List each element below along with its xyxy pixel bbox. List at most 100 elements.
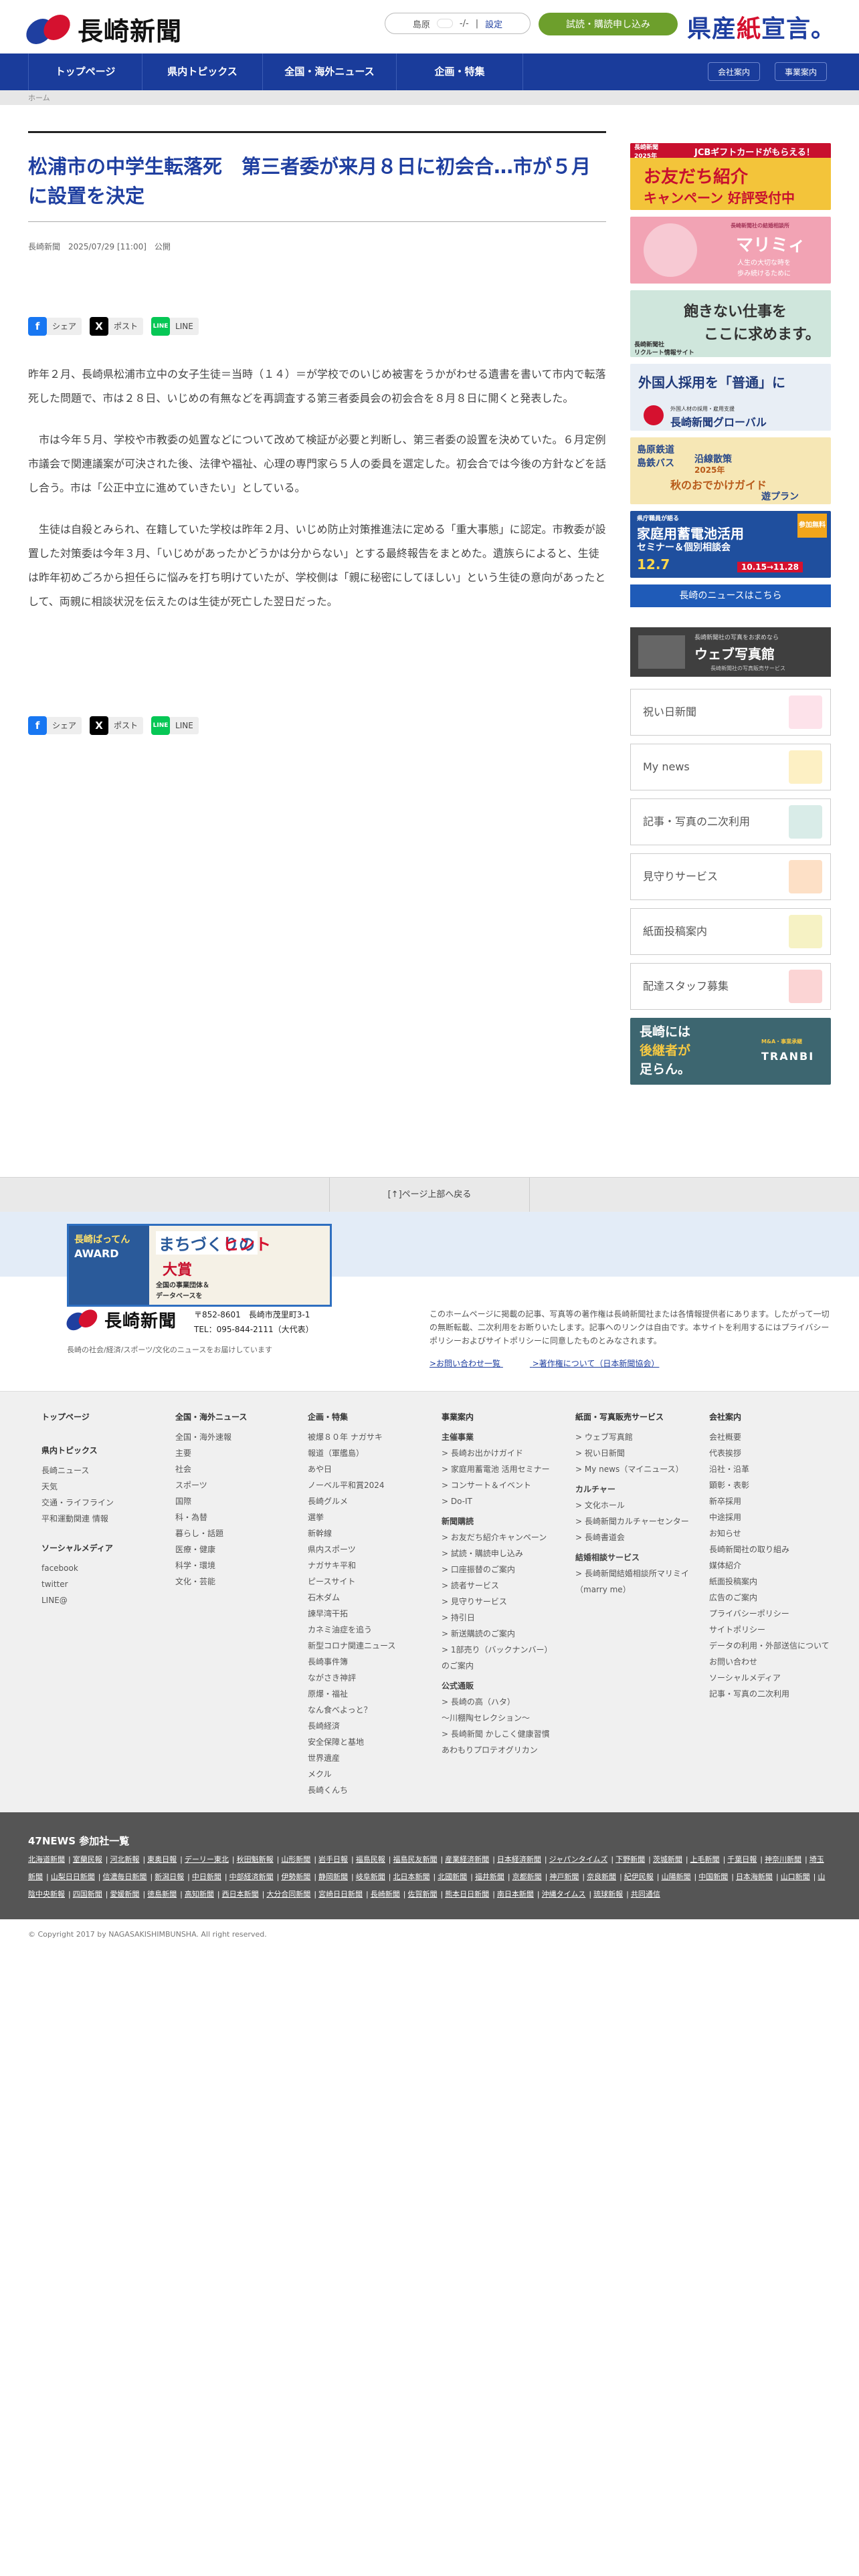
news47-paper-link[interactable]: 信濃毎日新聞 — [102, 1872, 147, 1881]
news47-paper-link[interactable]: 山梨日日新聞 — [51, 1872, 95, 1881]
sitemap-link[interactable]: 暮らし・話題 — [175, 1525, 247, 1541]
sitemap-link[interactable]: > 長崎の高（ハタ） — [442, 1694, 555, 1710]
sitemap-link[interactable]: 国際 — [175, 1493, 247, 1509]
sitemap-link[interactable]: プライバシーポリシー — [709, 1606, 830, 1622]
sitemap-link[interactable]: 新卒採用 — [709, 1493, 830, 1509]
sitemap-link[interactable]: 諫早湾干拓 — [308, 1606, 395, 1622]
sitemap-link[interactable]: 長崎事件簿 — [308, 1654, 395, 1670]
sitemap-link[interactable]: なん食べよっと？ — [308, 1702, 395, 1718]
sitemap-link[interactable]: 主要 — [175, 1445, 247, 1461]
news47-paper-link[interactable]: 中国新聞 — [698, 1872, 728, 1881]
service-mynews[interactable]: My news — [630, 744, 831, 790]
sitemap-link[interactable]: > 新送購読のご案内 — [442, 1626, 555, 1642]
sitemap-link[interactable]: スポーツ — [175, 1477, 247, 1493]
sitemap-link[interactable]: 社会 — [175, 1461, 247, 1477]
sitemap-link[interactable]: > 祝い日新聞 — [575, 1445, 689, 1461]
ad-global[interactable]: 外国人採用を「普通」に 外国人材の採用・雇用支援 長崎新聞グローバル — [630, 364, 831, 431]
sitemap-link[interactable]: 中途採用 — [709, 1509, 830, 1525]
share-x-button[interactable]: X ポスト — [90, 316, 144, 336]
news47-paper-link[interactable]: 河北新報 — [110, 1855, 139, 1864]
nav-top[interactable]: トップページ — [28, 53, 142, 90]
copyright-policy-link[interactable]: >著作権について（日本新聞協会） — [533, 1359, 660, 1368]
nav-features[interactable]: 企画・特集 — [396, 53, 523, 90]
trial-subscribe-button[interactable]: 試読・購読申し込み — [539, 13, 678, 35]
sitemap-link[interactable]: > 長崎新聞 かしこく健康習慣 — [442, 1726, 555, 1742]
sitemap-link[interactable]: 代表挨拶 — [709, 1445, 830, 1461]
sitemap-link[interactable]: > 試読・購読申し込み — [442, 1545, 555, 1562]
nav-local-topics[interactable]: 県内トピックス — [142, 53, 262, 90]
sitemap-link[interactable]: お知らせ — [709, 1525, 830, 1541]
sitemap-heading[interactable]: 全国・海外ニュース — [175, 1410, 247, 1424]
sitemap-link[interactable]: あわもりプロテオグリカン — [442, 1742, 555, 1758]
sitemap-link[interactable]: 紙面投稿案内 — [709, 1574, 830, 1590]
ad-marimii[interactable]: 長崎新聞社の結婚相談所 マリミィ 人生の大切な時を 歩み続けるために — [630, 217, 831, 284]
news47-paper-link[interactable]: 中日新聞 — [192, 1872, 221, 1881]
service-delivery-staff[interactable]: 配達スタッフ募集 — [630, 963, 831, 1010]
web-photo-banner[interactable]: 長崎新聞社の写真をお求めなら ウェブ写真館 長崎新聞社の写真販売サービス — [630, 627, 831, 677]
news47-paper-link[interactable]: 山口新聞 — [781, 1872, 810, 1881]
sitemap-link[interactable]: > 文化ホール — [575, 1497, 689, 1513]
sitemap-link[interactable]: ノーベル平和賞2024 — [308, 1477, 395, 1493]
news47-paper-link[interactable]: 琉球新報 — [593, 1890, 623, 1899]
weather-setting-link[interactable]: 設定 — [485, 17, 502, 30]
kensan-logo[interactable]: 県産紙宣言。 — [687, 9, 836, 44]
news47-paper-link[interactable]: 室蘭民報 — [73, 1855, 102, 1864]
sitemap-link[interactable]: あや日 — [308, 1461, 395, 1477]
sitemap-link[interactable]: 医療・健康 — [175, 1541, 247, 1558]
news47-paper-link[interactable]: 北海道新聞 — [28, 1855, 65, 1864]
sitemap-link[interactable]: 被爆８０年 ナガサキ — [308, 1429, 395, 1445]
news47-paper-link[interactable]: 北國新聞 — [438, 1872, 467, 1881]
news47-paper-link[interactable]: 北日本新聞 — [393, 1872, 430, 1881]
sitemap-link[interactable]: > 長崎書道会 — [575, 1529, 689, 1545]
sitemap-link[interactable]: 長崎くんち — [308, 1782, 395, 1798]
sitemap-link[interactable]: 記事・写真の二次利用 — [709, 1686, 830, 1702]
sitemap-link[interactable]: データの利用・外部送信について — [709, 1638, 830, 1654]
service-iwaibi[interactable]: 祝い日新聞 — [630, 689, 831, 736]
news47-paper-link[interactable]: 愛媛新聞 — [110, 1890, 139, 1899]
sitemap-link[interactable]: > Do-IT — [442, 1493, 555, 1509]
news47-paper-link[interactable]: ジャパンタイムズ — [549, 1855, 608, 1864]
sitemap-link[interactable]: 長崎ニュース — [41, 1463, 114, 1479]
sitemap-link[interactable]: メクル — [308, 1766, 395, 1782]
sitemap-link[interactable]: 会社概要 — [709, 1429, 830, 1445]
sitemap-link[interactable]: > 口座振替のご案内 — [442, 1562, 555, 1578]
sitemap-heading[interactable]: 会社案内 — [709, 1410, 830, 1424]
nav-national-news[interactable]: 全国・海外ニュース — [262, 53, 396, 90]
sitemap-link[interactable]: 科・為替 — [175, 1509, 247, 1525]
ad-recruit[interactable]: 飽きない仕事を ここに求めます。 長崎新聞社 リクルート情報サイト — [630, 290, 831, 357]
news47-paper-link[interactable]: 大分合同新聞 — [266, 1890, 310, 1899]
sitemap-heading[interactable]: 企画・特集 — [308, 1410, 395, 1424]
sitemap-link[interactable]: > 読者サービス — [442, 1578, 555, 1594]
sitemap-link[interactable]: ソーシャルメディア — [709, 1670, 830, 1686]
footer-award-banner[interactable]: 長崎ばってん AWARD まちづくりの ヒント 大賞 全国の事業団体＆ データベ… — [67, 1224, 332, 1307]
sitemap-link[interactable]: お問い合わせ — [709, 1654, 830, 1670]
sitemap-link[interactable]: > 持引日 — [442, 1610, 555, 1626]
news47-paper-link[interactable]: 神奈川新聞 — [765, 1855, 801, 1864]
sitemap-link[interactable]: 県内スポーツ — [308, 1541, 395, 1558]
sitemap-link[interactable]: > 見守りサービス — [442, 1594, 555, 1610]
nav-company-button[interactable]: 会社案内 — [708, 62, 761, 81]
news47-paper-link[interactable]: 新潟日報 — [155, 1872, 184, 1881]
news47-paper-link[interactable]: 高知新聞 — [185, 1890, 214, 1899]
sitemap-link[interactable]: 媒体紹介 — [709, 1558, 830, 1574]
news47-paper-link[interactable]: 南日本新聞 — [497, 1890, 534, 1899]
news47-paper-link[interactable]: 四国新聞 — [73, 1890, 102, 1899]
sitemap-link[interactable]: twitter — [41, 1576, 114, 1592]
news47-paper-link[interactable]: 下野新聞 — [615, 1855, 645, 1864]
sitemap-link[interactable]: 世界遺産 — [308, 1750, 395, 1766]
sitemap-link[interactable]: > お友だち紹介キャンペーン — [442, 1529, 555, 1545]
share-line-button[interactable]: LINE LINE — [151, 316, 199, 336]
service-mimamori[interactable]: 見守りサービス — [630, 853, 831, 900]
breadcrumb-home[interactable]: ホーム — [28, 94, 50, 102]
news47-paper-link[interactable]: 佐賀新聞 — [407, 1890, 437, 1899]
news47-paper-link[interactable]: 山陽新聞 — [662, 1872, 691, 1881]
news47-paper-link[interactable]: 茨城新聞 — [653, 1855, 682, 1864]
footer-logo[interactable]: 長崎新聞 — [64, 1307, 177, 1332]
sitemap-link[interactable]: 交通・ライフライン — [41, 1495, 114, 1511]
news47-paper-link[interactable]: 上毛新聞 — [690, 1855, 720, 1864]
sitemap-link[interactable]: 新幹線 — [308, 1525, 395, 1541]
news47-paper-link[interactable]: デーリー東北 — [185, 1855, 229, 1864]
news47-paper-link[interactable]: 伊勢新聞 — [281, 1872, 310, 1881]
news47-paper-link[interactable]: 日本経済新聞 — [497, 1855, 541, 1864]
news47-paper-link[interactable]: 福井新聞 — [475, 1872, 504, 1881]
